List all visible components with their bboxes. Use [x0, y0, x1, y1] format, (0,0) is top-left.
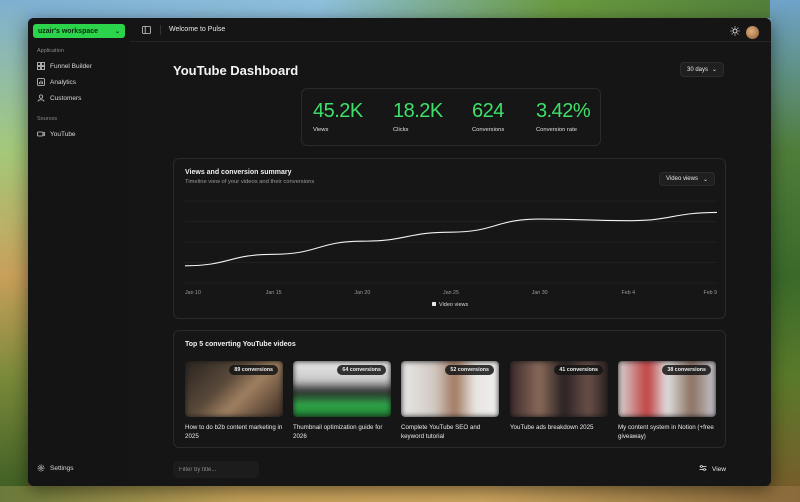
sidebar-section-sources: Sources	[37, 116, 58, 122]
video-thumbnail: 89 conversions	[185, 361, 283, 417]
conversions-badge: 64 conversions	[337, 365, 386, 375]
video-title: Thumbnail optimization guide for 2026	[293, 424, 383, 440]
x-tick-label: Feb 4	[622, 290, 636, 296]
sidebar-toggle-icon[interactable]	[140, 25, 152, 35]
views-summary-card: Views and conversion summary Timeline vi…	[173, 158, 726, 319]
conversions-badge: 89 conversions	[229, 365, 278, 375]
conversions-badge: 41 conversions	[554, 365, 603, 375]
sidebar-item-label: Settings	[50, 464, 74, 472]
wallpaper-top	[0, 0, 800, 18]
main-content: Welcome to Pulse YouTube Dashboard 30 da…	[130, 18, 771, 486]
x-tick-label: Jan 10	[185, 290, 201, 296]
video-thumbnail: 52 conversions	[401, 361, 499, 417]
stat-value: 3.42%	[536, 100, 591, 122]
sidebar-item-label: Analytics	[50, 78, 77, 86]
topbar-actions	[730, 23, 759, 41]
video-title: How to do b2b content marketing in 2025	[185, 424, 283, 440]
sidebar-item-settings[interactable]: Settings	[33, 460, 74, 476]
wallpaper-right	[770, 0, 800, 502]
sun-icon[interactable]	[730, 23, 740, 41]
stat-label: Conversion rate	[536, 127, 577, 133]
sidebar-item-label: Customers	[50, 94, 82, 102]
wallpaper-left	[0, 0, 28, 502]
stat-label: Views	[313, 127, 329, 133]
sidebar-item-funnel-builder[interactable]: Funnel Builder	[33, 58, 125, 74]
x-tick-label: Jan 20	[354, 290, 370, 296]
sidebar-item-analytics[interactable]: Analytics	[33, 74, 125, 90]
divider	[160, 24, 161, 35]
workspace-name: uzair's workspace	[38, 27, 99, 35]
views-line-chart: Jan 10 Jan 15 Jan 20 Jan 25 Jan 30 Feb 4 Feb 9…	[184, 200, 718, 308]
youtube-icon	[37, 130, 45, 138]
stat-label: Conversions	[472, 127, 505, 133]
video-card[interactable]: 52 conversions Complete YouTube SEO and …	[401, 361, 499, 441]
stat-value: 624	[472, 100, 504, 122]
analytics-icon	[37, 78, 45, 86]
funnel-builder-icon	[37, 62, 45, 70]
video-thumbnail: 41 conversions	[510, 361, 608, 417]
page-title: YouTube Dashboard	[173, 63, 299, 78]
video-card[interactable]: 64 conversions Thumbnail optimization gu…	[293, 361, 391, 441]
card-title: Top 5 converting YouTube videos	[185, 341, 296, 348]
x-tick-label: Jan 15	[266, 290, 282, 296]
app-window: uzair's workspace ⌄ Application Funnel B…	[28, 18, 771, 486]
legend-swatch	[432, 302, 436, 306]
x-tick-label: Jan 25	[443, 290, 459, 296]
video-title: My content system in Notion (+free givea…	[618, 424, 714, 440]
x-tick-label: Feb 9	[703, 290, 717, 296]
gear-icon	[37, 464, 45, 472]
stats-summary: 45.2K Views 18.2K Clicks 624 Conversions…	[301, 88, 601, 146]
sidebar-item-label: Funnel Builder	[50, 62, 92, 70]
date-range-label: 30 days	[687, 66, 709, 73]
filter-input[interactable]	[173, 461, 259, 478]
sidebar-item-youtube[interactable]: YouTube	[33, 126, 125, 142]
wallpaper-bottom	[0, 486, 800, 502]
topbar: Welcome to Pulse	[130, 18, 771, 42]
stat-conversions: 624 Conversions	[472, 100, 504, 133]
chevron-down-icon: ⌄	[712, 67, 718, 73]
conversions-badge: 38 conversions	[662, 365, 711, 375]
page-heading: Welcome to Pulse	[169, 26, 226, 33]
stat-label: Clicks	[393, 127, 409, 133]
video-thumbnail: 64 conversions	[293, 361, 391, 417]
workspace-switcher[interactable]: uzair's workspace ⌄	[33, 24, 125, 38]
video-title: YouTube ads breakdown 2025	[510, 424, 594, 431]
stat-conversion-rate: 3.42% Conversion rate	[536, 100, 591, 133]
video-card[interactable]: 38 conversions My content system in Noti…	[618, 361, 716, 441]
stat-value: 45.2K	[313, 100, 363, 122]
sidebar-item-label: YouTube	[50, 130, 76, 138]
user-icon	[37, 94, 45, 102]
view-label: View	[712, 465, 726, 473]
x-tick-label: Jan 30	[532, 290, 548, 296]
video-card[interactable]: 41 conversions YouTube ads breakdown 202…	[510, 361, 608, 432]
video-card[interactable]: 89 conversions How to do b2b content mar…	[185, 361, 283, 441]
top-videos-card: Top 5 converting YouTube videos 89 conve…	[173, 330, 726, 448]
video-thumbnail: 38 conversions	[618, 361, 716, 417]
series-line-video-views	[184, 211, 718, 267]
sidebar: uzair's workspace ⌄ Application Funnel B…	[28, 18, 130, 486]
sidebar-section-application: Application	[37, 48, 64, 54]
video-title: Complete YouTube SEO and keyword tutoria…	[401, 424, 481, 440]
sidebar-item-customers[interactable]: Customers	[33, 90, 125, 106]
bottom-toolbar: View	[173, 461, 726, 478]
stat-value: 18.2K	[393, 100, 443, 122]
chevron-down-icon: ⌄	[114, 28, 120, 35]
avatar[interactable]	[746, 25, 759, 39]
date-range-select[interactable]: 30 days ⌄	[680, 62, 725, 77]
stat-clicks: 18.2K Clicks	[393, 100, 443, 133]
view-button[interactable]: View	[699, 464, 726, 474]
conversions-badge: 52 conversions	[445, 365, 494, 375]
legend-label: Video views	[439, 302, 468, 308]
sliders-icon	[699, 464, 707, 474]
stat-views: 45.2K Views	[313, 100, 363, 133]
